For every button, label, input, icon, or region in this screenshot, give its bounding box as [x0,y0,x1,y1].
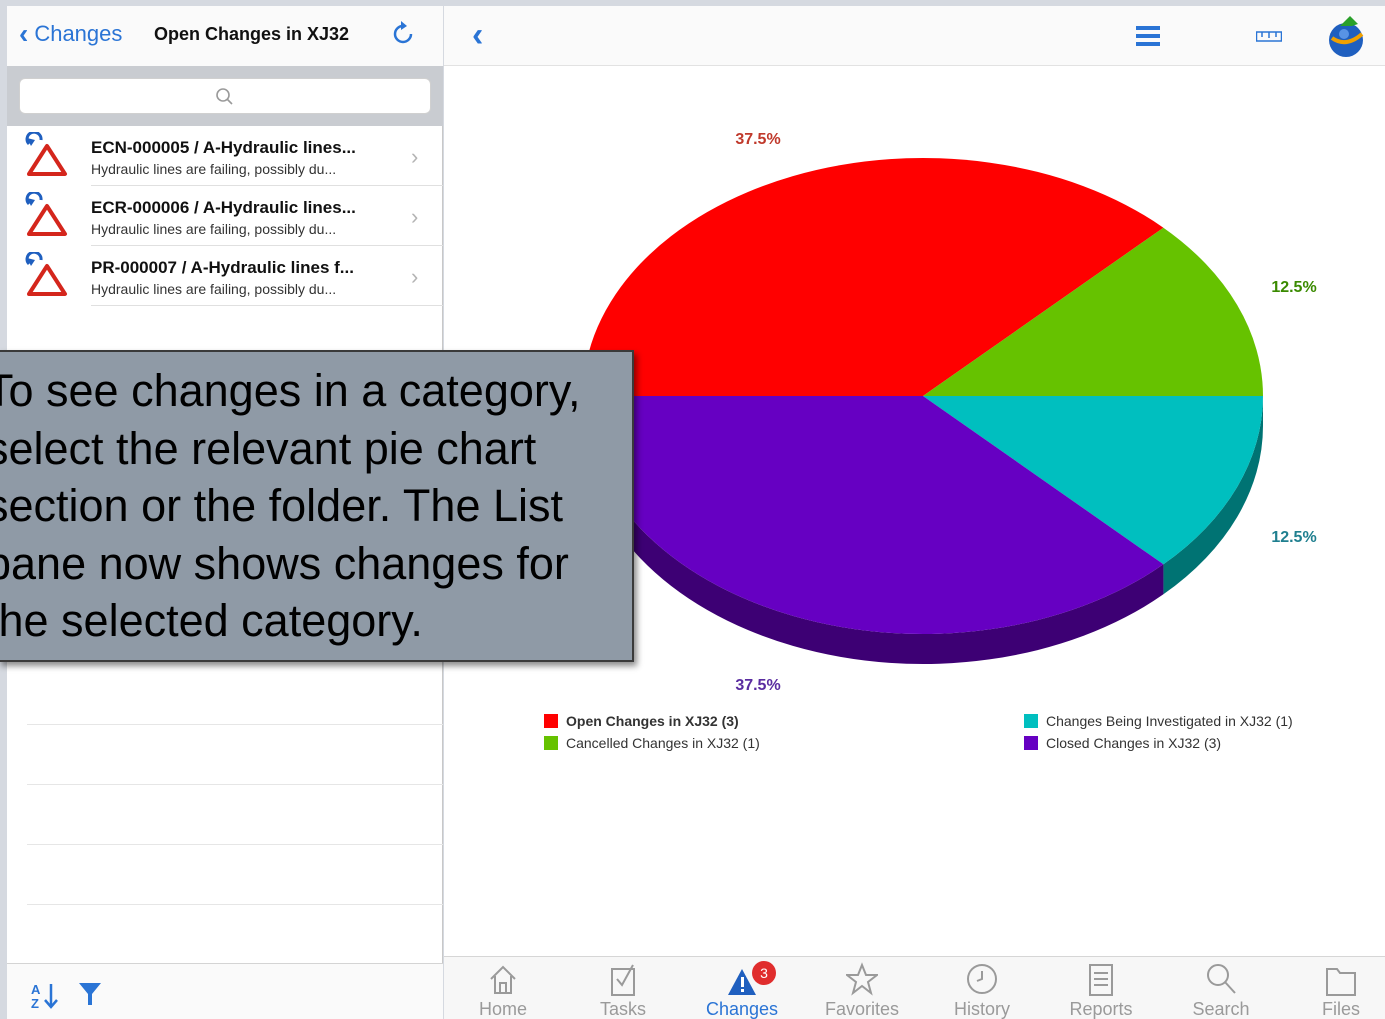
pie-percent-label: 37.5% [735,131,780,148]
svg-text:Z: Z [31,996,39,1010]
back-label: Changes [34,21,123,46]
notification-badge: 3 [752,961,776,985]
tab-changes[interactable]: 3 Changes [692,957,792,1019]
tab-label: Reports [1069,999,1133,1019]
tab-tasks[interactable]: Tasks [573,957,673,1019]
item-title: ECN-000005 / A-Hydraulic lines... [91,138,356,157]
search-input[interactable] [19,78,431,114]
list-item[interactable]: PR-000007 / A-Hydraulic lines f... Hydrau… [7,246,443,306]
change-icon [25,132,67,176]
item-subtitle: Hydraulic lines are failing, possibly du… [91,281,337,297]
tab-home[interactable]: Home [453,957,553,1019]
legend-label: Changes Being Investigated in XJ32 (1) [1046,713,1293,729]
list-header: ‹ Changes Open Changes in XJ32 [7,6,443,66]
pie-percent-label: 37.5% [735,677,780,694]
detail-header: ‹ [444,6,1385,66]
tab-bar: Home Tasks 3 Changes Favorites History Reports… [444,956,1385,1019]
app-logo-icon [1329,16,1364,57]
tab-files[interactable]: Files [1291,957,1385,1019]
tasks-icon [611,964,635,996]
legend-item[interactable]: Cancelled Changes in XJ32 (1) [544,735,760,751]
tab-label: Tasks [599,999,646,1019]
chevron-left-icon: ‹ [19,18,29,49]
tab-label: Files [1321,999,1360,1019]
legend-item[interactable]: Closed Changes in XJ32 (3) [1024,735,1221,751]
list-separator [27,724,443,725]
reports-icon [1089,964,1113,996]
legend-swatch [544,714,558,728]
tab-history[interactable]: History [932,957,1032,1019]
pie-percent-label: 12.5% [1271,529,1316,546]
refresh-icon[interactable] [389,20,417,48]
list-title: Open Changes in XJ32 [154,24,350,44]
callout-text: To see changes in a category, select the… [0,365,581,646]
list-separator [27,844,443,845]
collapse-button[interactable]: ‹ [472,18,483,52]
sort-icon[interactable]: A Z [31,980,61,1010]
legend-label: Closed Changes in XJ32 (3) [1046,735,1221,751]
search-bar [7,66,443,126]
back-button[interactable]: ‹ Changes [19,20,122,48]
change-icon [25,192,67,236]
list-footer: A Z [7,963,443,1019]
filter-icon[interactable] [77,980,103,1008]
list-item[interactable]: ECN-000005 / A-Hydraulic lines... Hydraul… [7,126,443,186]
tab-search[interactable]: Search [1171,957,1271,1019]
tab-label: Favorites [824,999,900,1019]
change-icon [25,252,67,296]
tab-favorites[interactable]: Favorites [812,957,912,1019]
legend-swatch [1024,714,1038,728]
tab-label: Changes [705,999,779,1019]
search-icon [216,88,233,105]
row-separator [91,305,443,306]
item-subtitle: Hydraulic lines are failing, possibly du… [91,161,337,177]
item-title: PR-000007 / A-Hydraulic lines f... [91,258,354,277]
legend-item[interactable]: Changes Being Investigated in XJ32 (1) [1024,713,1293,729]
tab-label: Search [1192,999,1250,1019]
list-separator [27,784,443,785]
svg-text:A: A [31,982,41,997]
chevron-right-icon: › [411,204,419,229]
legend-swatch [1024,736,1038,750]
item-title: ECR-000006 / A-Hydraulic lines... [91,198,356,217]
ruler-icon[interactable] [1256,30,1282,42]
chevron-right-icon: › [411,264,419,289]
tab-reports[interactable]: Reports [1051,957,1151,1019]
legend-label: Open Changes in XJ32 (3) [566,713,739,729]
search-icon [1207,964,1236,994]
pie-percent-label: 12.5% [1271,279,1316,296]
instruction-callout: To see changes in a category, select the… [0,350,634,662]
clock-icon [967,964,997,994]
legend-label: Cancelled Changes in XJ32 (1) [566,735,760,751]
list-separator [27,904,443,905]
list-item[interactable]: ECR-000006 / A-Hydraulic lines... Hydraul… [7,186,443,246]
menu-icon[interactable] [1136,24,1160,48]
chevron-right-icon: › [411,144,419,169]
home-icon [490,965,516,994]
tab-label: History [953,999,1010,1019]
app-window: ‹ Changes Open Changes in XJ32 ECN-00000… [0,0,1385,1019]
legend-item[interactable]: Open Changes in XJ32 (3) [544,713,739,729]
folder-icon [1326,968,1356,996]
star-icon [846,962,878,996]
item-subtitle: Hydraulic lines are failing, possibly du… [91,221,337,237]
tab-label: Home [478,999,527,1019]
legend-swatch [544,736,558,750]
